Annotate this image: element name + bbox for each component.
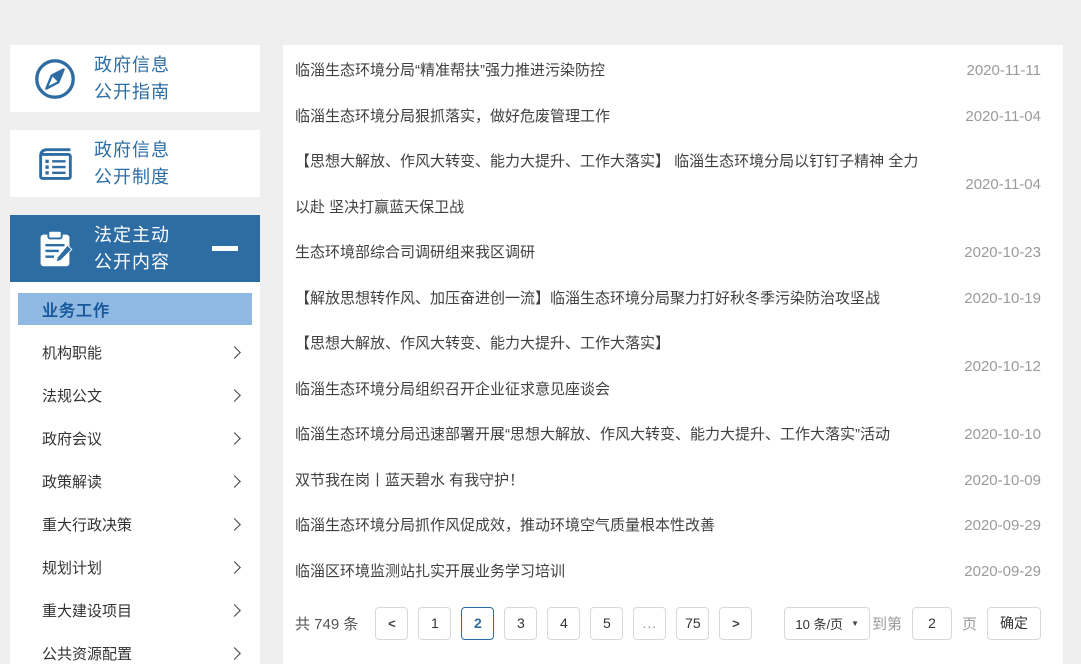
page: 政府信息 公开指南 政府信息 公开制度 法定主动 公开内容 业务工作 机构职能 …	[0, 0, 1081, 664]
jump-prefix-label: 到第	[871, 615, 902, 633]
sidebar-item-label: 政府信息 公开制度	[94, 139, 170, 187]
chevron-right-icon	[228, 346, 241, 359]
next-page-button[interactable]: >	[719, 606, 753, 640]
list-item[interactable]: 双节我在岗丨蓝天碧水 有我守护！ 2020-10-09	[295, 458, 1041, 504]
article-date: 2020-11-11	[966, 62, 1041, 80]
chevron-right-icon	[228, 518, 241, 531]
confirm-button[interactable]: 确定	[987, 606, 1041, 640]
article-date: 2020-10-23	[964, 244, 1041, 262]
list-item[interactable]: 临淄区环境监测站扎实开展业务学习培训 2020-09-29	[295, 549, 1041, 595]
submenu-item[interactable]: 政府会议	[10, 417, 260, 460]
caret-down-icon: ▼	[851, 618, 859, 628]
page-number-button[interactable]: 3	[504, 606, 538, 640]
article-title[interactable]: 临淄生态环境分局“精准帮扶”强力推进污染防控	[295, 48, 955, 94]
jump-suffix-label: 页	[961, 615, 977, 633]
article-title[interactable]: 临淄生态环境分局迅速部署开展“思想大解放、作风大转变、能力大提升、工作大落实”活…	[295, 412, 955, 458]
list-item[interactable]: 临淄生态环境分局“精准帮扶”强力推进污染防控 2020-11-11	[295, 48, 1041, 94]
page-number-label: ...	[642, 615, 658, 631]
ledger-icon	[32, 141, 78, 187]
sidebar-item-legal-disclosure[interactable]: 法定主动 公开内容	[10, 215, 260, 282]
submenu-item-label: 重大建设项目	[42, 603, 133, 620]
list-item[interactable]: 【思想大解放、作风大转变、能力大提升、工作大落实】 临淄生态环境分局以钉钉子精神…	[295, 139, 1041, 230]
list-item[interactable]: 临淄生态环境分局抓作风促成效，推动环境空气质量根本性改善 2020-09-29	[295, 503, 1041, 549]
chevron-right-icon	[228, 647, 241, 660]
submenu-item[interactable]: 重大行政决策	[10, 503, 260, 546]
page-number-button[interactable]: ...	[633, 606, 667, 640]
page-number-label: 2	[473, 615, 482, 631]
prev-page-button[interactable]: <	[375, 606, 409, 640]
chevron-right-icon	[228, 475, 241, 488]
list-item[interactable]: 生态环境部综合司调研组来我区调研 2020-10-23	[295, 230, 1041, 276]
article-title[interactable]: 【思想大解放、作风大转变、能力大提升、工作大落实】 临淄生态环境分局组织召开企业…	[295, 321, 955, 412]
list-item[interactable]: 临淄生态环境分局迅速部署开展“思想大解放、作风大转变、能力大提升、工作大落实”活…	[295, 412, 1041, 458]
submenu-item[interactable]: 机构职能	[10, 331, 260, 374]
submenu-item[interactable]: 业务工作	[18, 293, 252, 325]
page-size-select[interactable]: 10 条/页 ▼	[784, 606, 870, 640]
article-title[interactable]: 【解放思想转作风、加压奋进创一流】临淄生态环境分局聚力打好秋冬季污染防治攻坚战	[295, 276, 955, 322]
page-number-label: 1	[430, 615, 439, 631]
submenu-item[interactable]: 重大建设项目	[10, 589, 260, 632]
article-title[interactable]: 临淄生态环境分局抓作风促成效，推动环境空气质量根本性改善	[295, 503, 955, 549]
page-number-button[interactable]: 5	[590, 606, 624, 640]
article-title[interactable]: 【思想大解放、作风大转变、能力大提升、工作大落实】 临淄生态环境分局以钉钉子精神…	[295, 139, 955, 230]
article-title[interactable]: 双节我在岗丨蓝天碧水 有我守护！	[295, 458, 955, 504]
submenu-item[interactable]: 政策解读	[10, 460, 260, 503]
page-size-value: 10 条/页	[795, 616, 844, 632]
sidebar-item-label: 法定主动 公开内容	[94, 224, 170, 272]
compass-icon	[32, 56, 78, 102]
list-item[interactable]: 【思想大解放、作风大转变、能力大提升、工作大落实】 临淄生态环境分局组织召开企业…	[295, 321, 1041, 412]
submenu-item-label: 业务工作	[42, 303, 111, 320]
article-date: 2020-10-09	[964, 471, 1041, 489]
article-date: 2020-10-19	[964, 289, 1041, 307]
article-title[interactable]: 生态环境部综合司调研组来我区调研	[295, 230, 955, 276]
submenu-item-label: 政策解读	[42, 474, 103, 491]
sidebar-item-label: 政府信息 公开指南	[94, 54, 170, 102]
page-number-button[interactable]: 2	[461, 606, 495, 640]
submenu-item-label: 规划计划	[42, 560, 103, 577]
page-number-label: 3	[516, 615, 525, 631]
list-item[interactable]: 【解放思想转作风、加压奋进创一流】临淄生态环境分局聚力打好秋冬季污染防治攻坚战 …	[295, 276, 1041, 322]
chevron-right-icon	[228, 389, 241, 402]
sidebar-submenu: 业务工作 机构职能 法规公文 政府会议 政策解读 重大行政决策 规划计划 重大建…	[10, 282, 260, 664]
article-title[interactable]: 临淄生态环境分局狠抓落实，做好危废管理工作	[295, 94, 955, 140]
submenu-item[interactable]: 公共资源配置	[10, 632, 260, 664]
chevron-right-icon	[228, 604, 241, 617]
article-date: 2020-11-04	[965, 107, 1041, 125]
submenu-item[interactable]: 法规公文	[10, 374, 260, 417]
collapse-minus-icon[interactable]	[212, 246, 238, 251]
sidebar-item-system[interactable]: 政府信息 公开制度	[10, 130, 260, 197]
article-list: 临淄生态环境分局“精准帮扶”强力推进污染防控 2020-11-11 临淄生态环境…	[295, 48, 1041, 594]
page-number-button[interactable]: 75	[676, 606, 710, 640]
article-date: 2020-09-29	[964, 562, 1041, 580]
submenu-item-label: 法规公文	[42, 388, 103, 405]
content-panel: 临淄生态环境分局“精准帮扶”强力推进污染防控 2020-11-11 临淄生态环境…	[283, 45, 1063, 664]
page-number-label: 4	[559, 615, 568, 631]
pagination-bar: 共 749 条 < 1 2 3 4 5 ... 75 > 10 条/页 ▼ 到第…	[295, 603, 1041, 643]
sidebar: 政府信息 公开指南 政府信息 公开制度 法定主动 公开内容 业务工作 机构职能 …	[10, 45, 260, 664]
total-count: 共 749 条	[295, 615, 359, 633]
article-date: 2020-11-04	[965, 176, 1041, 193]
clipboard-pencil-icon	[32, 226, 78, 272]
sidebar-item-guide[interactable]: 政府信息 公开指南	[10, 45, 260, 112]
jump-to-page: 到第 页 确定	[871, 606, 1041, 640]
submenu-item[interactable]: 规划计划	[10, 546, 260, 589]
page-number-button[interactable]: 4	[547, 606, 581, 640]
list-item[interactable]: 临淄生态环境分局狠抓落实，做好危废管理工作 2020-11-04	[295, 94, 1041, 140]
article-date: 2020-09-29	[964, 517, 1041, 535]
page-number-label: 75	[685, 615, 701, 631]
chevron-right-icon	[228, 432, 241, 445]
page-number-button[interactable]: 1	[418, 606, 452, 640]
jump-page-input[interactable]	[911, 606, 952, 640]
submenu-item-label: 机构职能	[42, 345, 103, 362]
article-date: 2020-10-12	[964, 358, 1041, 375]
submenu-item-label: 重大行政决策	[42, 517, 133, 534]
page-number-buttons: 1 2 3 4 5 ... 75	[418, 606, 719, 640]
article-date: 2020-10-10	[964, 426, 1041, 444]
article-title[interactable]: 临淄区环境监测站扎实开展业务学习培训	[295, 549, 955, 595]
chevron-right-icon	[228, 561, 241, 574]
page-number-label: 5	[602, 615, 611, 631]
submenu-item-label: 政府会议	[42, 431, 103, 448]
submenu-item-label: 公共资源配置	[42, 646, 133, 663]
